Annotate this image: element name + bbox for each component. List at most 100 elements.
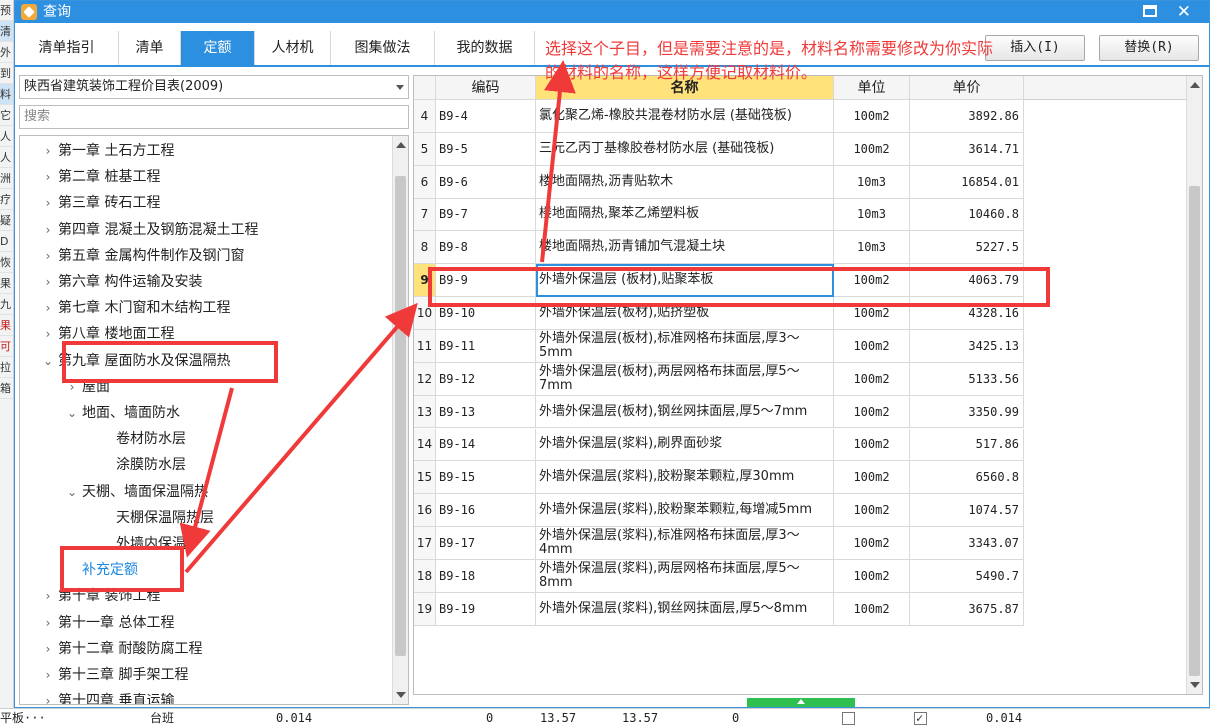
cell-unit[interactable]: 100m2 [834,559,910,593]
cell-price[interactable]: 5227.5 [910,231,1024,265]
table-scrollbar[interactable] [1186,76,1202,694]
tab-my-data[interactable]: 我的数据 [435,31,535,65]
cell-code[interactable]: B9-17 [436,527,536,560]
header-code[interactable]: 编码 [436,76,536,100]
library-select[interactable]: 陕西省建筑装饰工程价目表(2009) [19,75,409,99]
chevron-right-icon[interactable]: › [38,610,58,636]
cell-name[interactable]: 三元乙丙丁基橡胶卷材防水层 (基础筏板) [536,132,834,166]
cell-code[interactable]: B9-15 [436,461,536,495]
cell-price[interactable]: 5133.56 [910,362,1024,396]
chevron-down-icon[interactable]: ⌄ [38,348,58,374]
cell-num[interactable]: 11 [414,329,436,363]
cell-name[interactable]: 外墙外保温层(浆料),刷界面砂浆 [536,428,834,462]
cell-name[interactable]: 外墙外保温层(浆料),两层网格布抹面层,厚5～8mm [536,559,834,593]
tree-item[interactable]: › 第四章 混凝土及钢筋混凝土工程 [38,217,259,243]
tree-item[interactable]: 天棚保温隔热层 [96,505,214,531]
cell-code[interactable]: B9-16 [436,494,536,528]
cell-unit[interactable]: 100m2 [834,428,910,462]
cell-unit[interactable]: 10m3 [834,231,910,265]
cell-unit[interactable]: 100m2 [834,527,910,560]
cell-num[interactable]: 18 [414,559,436,593]
cell-num[interactable]: 6 [414,165,436,199]
cell-price[interactable]: 6560.8 [910,461,1024,495]
scroll-up-icon[interactable] [1190,82,1200,88]
cell-num[interactable]: 14 [414,428,436,462]
cell-name[interactable]: 氯化聚乙烯-橡胶共混卷材防水层 (基础筏板) [536,100,834,133]
cell-name[interactable]: 外墙外保温层(浆料),胶粉聚苯颗粒,厚30mm [536,461,834,495]
chevron-right-icon[interactable]: › [38,190,58,216]
scroll-thumb[interactable] [395,176,406,656]
cell-num[interactable]: 12 [414,362,436,396]
scroll-thumb[interactable] [1189,186,1200,676]
tree-item[interactable]: ⌄ 天棚、墙面保温隔热 [62,479,208,505]
cell-code[interactable]: B9-12 [436,362,536,396]
cell-unit[interactable]: 100m2 [834,362,910,396]
cell-num[interactable]: 7 [414,198,436,232]
cell-unit[interactable]: 100m2 [834,395,910,429]
chevron-right-icon[interactable]: › [38,583,58,609]
chevron-right-icon[interactable]: › [38,295,58,321]
tree-item[interactable]: › 第十一章 总体工程 [38,610,175,636]
panel-splitter-handle[interactable] [747,698,855,707]
chevron-right-icon[interactable]: › [38,321,58,347]
bottom-checkbox-2[interactable] [914,709,927,727]
cell-name[interactable]: 外墙外保温层(浆料),胶粉聚苯颗粒,每增减5mm [536,494,834,528]
cell-unit[interactable]: 100m2 [834,100,910,133]
tab-atlas-method[interactable]: 图集做法 [331,31,435,65]
insert-button[interactable]: 插入(I) [985,35,1085,61]
cell-code[interactable]: B9-13 [436,395,536,429]
tree-item[interactable]: ⌄ 地面、墙面防水 [62,400,180,426]
tree-item[interactable]: › 第五章 金属构件制作及钢门窗 [38,243,245,269]
tree-item[interactable]: 涂膜防水层 [96,452,186,478]
cell-code[interactable]: B9-8 [436,231,536,265]
chevron-right-icon[interactable]: › [38,636,58,662]
cell-num[interactable]: 17 [414,527,436,560]
tree-item[interactable]: › 第七章 木门窗和木结构工程 [38,295,231,321]
cell-num[interactable]: 16 [414,494,436,528]
cell-price[interactable]: 16854.01 [910,165,1024,199]
scroll-down-icon[interactable] [1190,682,1200,688]
chevron-right-icon[interactable]: › [38,688,58,704]
tab-quota[interactable]: 定额 [181,31,255,65]
cell-unit[interactable]: 100m2 [834,329,910,363]
cell-unit[interactable]: 100m2 [834,461,910,495]
cell-code[interactable]: B9-11 [436,329,536,363]
cell-unit[interactable]: 100m2 [834,592,910,626]
cell-price[interactable]: 5490.7 [910,559,1024,593]
cell-code[interactable]: B9-5 [436,132,536,166]
cell-unit[interactable]: 100m2 [834,494,910,528]
cell-num[interactable]: 8 [414,231,436,265]
minimize-icon[interactable] [1143,5,1157,17]
chevron-down-icon[interactable]: ⌄ [62,479,82,505]
cell-code[interactable]: B9-14 [436,428,536,462]
tab-bill[interactable]: 清单 [119,31,181,65]
cell-num[interactable]: 19 [414,592,436,626]
cell-name[interactable]: 外墙外保温层(浆料),标准网格布抹面层,厚3～4mm [536,527,834,560]
tree-item[interactable]: › 第一章 土石方工程 [38,138,175,164]
close-icon[interactable]: ✕ [1177,1,1191,23]
scroll-up-icon[interactable] [396,142,406,148]
cell-name[interactable]: 外墙外保温层(板材),两层网格布抹面层,厚5～7mm [536,362,834,396]
tree-scrollbar[interactable] [392,136,408,704]
cell-price[interactable]: 3892.86 [910,100,1024,133]
cell-price[interactable]: 10460.8 [910,198,1024,232]
replace-button[interactable]: 替换(R) [1099,35,1199,61]
chevron-down-icon[interactable]: ⌄ [62,400,82,426]
cell-num[interactable]: 15 [414,461,436,495]
chevron-down-icon[interactable] [396,85,404,90]
chevron-right-icon[interactable]: › [38,164,58,190]
cell-name[interactable]: 外墙外保温层(板材),钢丝网抹面层,厚5～7mm [536,395,834,429]
tree-item[interactable]: › 第十二章 耐酸防腐工程 [38,636,203,662]
cell-code[interactable]: B9-7 [436,198,536,232]
cell-name[interactable]: 外墙外保温层(浆料),钢丝网抹面层,厚5～8mm [536,592,834,626]
chevron-right-icon[interactable]: › [38,662,58,688]
cell-price[interactable]: 3343.07 [910,527,1024,560]
chevron-right-icon[interactable]: › [38,243,58,269]
cell-price[interactable]: 3614.71 [910,132,1024,166]
cell-code[interactable]: B9-18 [436,559,536,593]
cell-price[interactable]: 3675.87 [910,592,1024,626]
chevron-right-icon[interactable]: › [38,138,58,164]
tree-item[interactable]: › 第六章 构件运输及安装 [38,269,203,295]
chevron-right-icon[interactable]: › [38,269,58,295]
cell-unit[interactable]: 10m3 [834,198,910,232]
